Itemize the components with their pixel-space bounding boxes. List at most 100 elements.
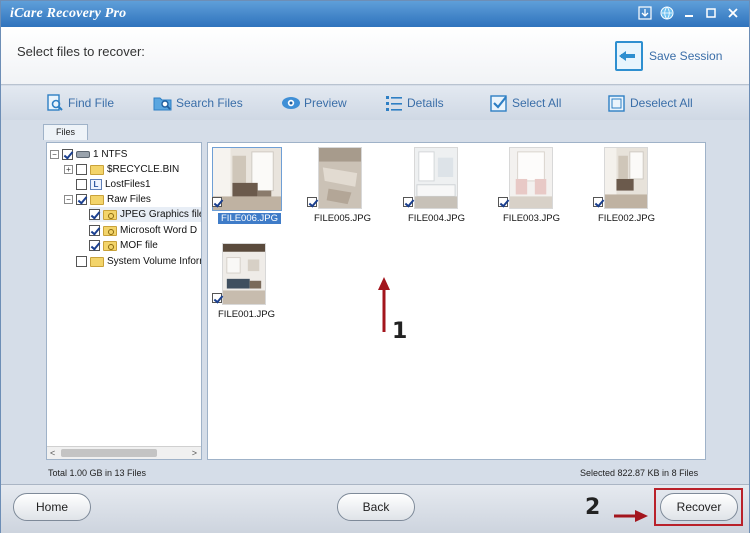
file-checkbox[interactable] [593,197,603,207]
photo-thumbnail-icon [318,147,362,209]
deselect-all-icon [608,95,625,112]
preview-label: Preview [304,96,347,110]
tree-item-label: MOF file [120,240,158,251]
close-icon[interactable] [725,5,741,21]
file-thumbnail[interactable]: FILE002.JPG [593,145,670,235]
file-name: FILE006.JPG [218,213,282,224]
folder-tree: − 1 NTFS + $RECYCLE.BIN L LostFiles1 − R… [46,142,202,460]
tree-item-label: $RECYCLE.BIN [107,164,180,175]
scroll-right-icon[interactable]: > [192,447,197,459]
tree-item-label: 1 NTFS [93,149,128,160]
file-thumbnail[interactable]: FILE004.JPG [403,145,480,235]
tree-item-raw-files[interactable]: − Raw Files [64,192,151,207]
raw-folder-icon [103,240,117,251]
tree-item-ntfs[interactable]: − 1 NTFS [50,147,127,162]
app-title: iCare Recovery Pro [10,6,127,21]
globe-icon[interactable] [659,5,675,21]
deselect-all-label: Deselect All [630,96,693,110]
tree-checkbox[interactable] [76,194,87,205]
tree-checkbox[interactable] [76,179,87,190]
search-files-label: Search Files [176,96,243,110]
folder-icon [90,164,104,175]
minimize-icon[interactable] [681,5,697,21]
tree-checkbox[interactable] [76,164,87,175]
raw-folder-icon [103,225,117,236]
preview-icon [282,97,300,109]
details-label: Details [407,96,444,110]
maximize-icon[interactable] [703,5,719,21]
details-list-icon [386,96,402,111]
scroll-left-icon[interactable]: < [50,447,55,459]
window-controls [637,5,741,21]
photo-thumbnail-icon [604,147,648,209]
raw-folder-icon [103,209,117,220]
file-checkbox[interactable] [212,197,222,207]
lost-files-icon: L [90,179,102,190]
expand-icon[interactable]: + [64,165,73,174]
tree-checkbox[interactable] [76,256,87,267]
file-thumbnail-grid: FILE006.JPG FILE005.JPG FILE004.JPG FILE… [207,142,706,460]
collapse-icon[interactable]: − [64,195,73,204]
back-button[interactable]: Back [337,493,415,521]
preview-button[interactable]: Preview [281,92,347,114]
title-bar: iCare Recovery Pro [1,1,749,27]
tree-item-lostfiles[interactable]: L LostFiles1 [76,177,151,192]
save-session-label: Save Session [649,49,723,63]
app-window: iCare Recovery Pro Select files to recov… [0,0,750,533]
select-all-button[interactable]: Select All [489,92,561,114]
file-thumbnail[interactable]: FILE003.JPG [498,145,575,235]
file-checkbox[interactable] [498,197,508,207]
select-all-icon [490,95,507,112]
folder-icon [90,194,104,205]
save-session-icon [615,41,643,71]
header-area: Select files to recover: Save Session [1,27,749,85]
scrollbar-thumb[interactable] [61,449,157,457]
file-checkbox[interactable] [403,197,413,207]
file-name: FILE005.JPG [314,213,372,224]
tree-checkbox[interactable] [89,225,100,236]
tree-item-word[interactable]: Microsoft Word D [89,223,197,238]
find-file-label: Find File [68,96,115,110]
search-files-icon [153,97,172,111]
find-file-icon [47,94,63,111]
photo-thumbnail-icon [222,243,266,305]
tree-checkbox[interactable] [62,149,73,160]
tab-strip: Files [43,124,89,140]
annotation-arrow-right-icon [614,510,648,522]
tree-item-jpeg[interactable]: JPEG Graphics file [89,207,202,222]
file-name: FILE003.JPG [503,213,561,224]
tree-item-system-volume[interactable]: System Volume Inforr [76,254,201,269]
file-name: FILE002.JPG [598,213,656,224]
toolbar: Find File Search Files Preview Details S… [1,86,749,120]
file-thumbnail[interactable]: FILE005.JPG [304,145,380,235]
tree-item-label: JPEG Graphics file [120,209,202,220]
recover-button[interactable]: Recover [660,493,738,521]
save-session-button[interactable]: Save Session [615,40,722,72]
details-button[interactable]: Details [384,92,444,114]
tree-item-recycle-bin[interactable]: + $RECYCLE.BIN [64,162,179,177]
collapse-icon[interactable]: − [50,150,59,159]
select-all-label: Select All [512,96,562,110]
tree-checkbox[interactable] [89,240,100,251]
file-thumbnail[interactable]: FILE006.JPG [210,145,286,235]
drive-icon [76,151,90,158]
tree-item-label: Microsoft Word D [120,225,198,236]
file-checkbox[interactable] [212,293,222,303]
find-file-button[interactable]: Find File [45,92,114,114]
tree-item-mof[interactable]: MOF file [89,238,158,253]
file-thumbnail[interactable]: FILE001.JPG [210,241,286,331]
photo-thumbnail-icon [509,147,553,209]
home-button[interactable]: Home [13,493,91,521]
deselect-all-button[interactable]: Deselect All [607,92,693,114]
file-checkbox[interactable] [307,197,317,207]
download-icon[interactable] [637,5,653,21]
search-files-button[interactable]: Search Files [153,92,243,114]
status-selected: Selected 822.87 KB in 8 Files [580,468,699,478]
annotation-step-1: 1 [392,319,408,344]
tree-horizontal-scrollbar[interactable]: < > [47,446,201,459]
tab-files[interactable]: Files [43,124,89,140]
annotation-arrow-up-icon [378,277,390,332]
tree-item-label: LostFiles1 [105,179,151,190]
tree-checkbox[interactable] [89,209,100,220]
file-name: FILE001.JPG [218,309,276,320]
